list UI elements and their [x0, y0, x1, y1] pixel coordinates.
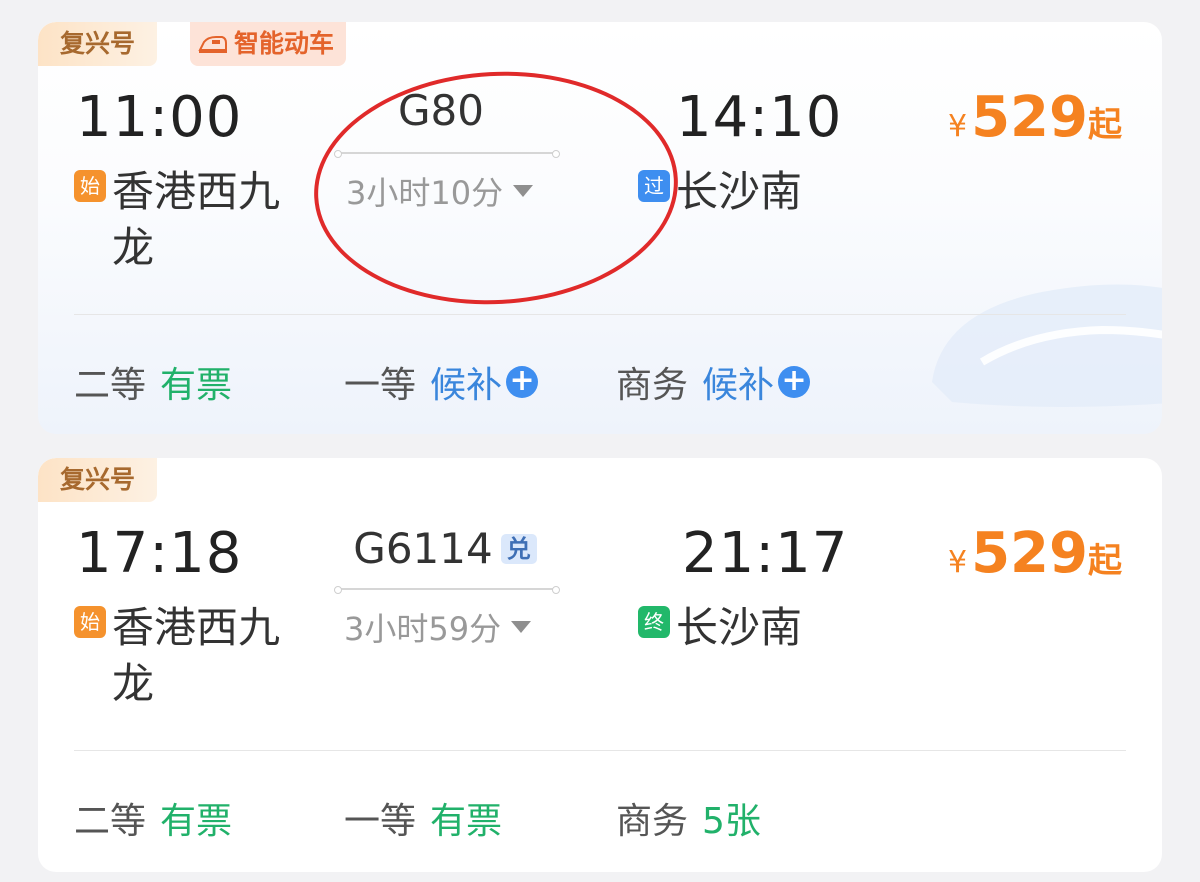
- seat-status: 候补: [430, 365, 503, 406]
- depart-station-name: 香港西九龙: [112, 603, 281, 708]
- arrive-station-name: 长沙南: [676, 603, 803, 652]
- seat-status: 候补: [702, 365, 775, 406]
- plus-circle-icon[interactable]: +: [778, 366, 811, 398]
- fuxing-tag: 复兴号: [38, 458, 158, 502]
- seat-class-label: 商务: [616, 365, 689, 406]
- train-number[interactable]: G6114 兑: [334, 528, 556, 570]
- seat-status: 有票: [160, 365, 233, 406]
- depart-time: 17:18: [76, 521, 243, 586]
- train-number-text: G6114: [353, 524, 493, 573]
- seat-second-class[interactable]: 二等 有票: [74, 792, 232, 844]
- caret-down-icon: [511, 621, 532, 633]
- seat-class-label: 二等: [74, 365, 147, 406]
- end-badge: 终: [638, 606, 670, 638]
- price-suffix: 起: [1088, 105, 1122, 145]
- fuxing-tag: 复兴号: [38, 22, 158, 66]
- smart-train-tag: 智能动车: [190, 22, 347, 66]
- train-watermark-icon: [932, 284, 1162, 407]
- seat-class-label: 一等: [344, 801, 417, 842]
- train-card-g80[interactable]: 复兴号 智能动车 11:00 始 香港西九龙 G80 3小时10分 14:10 …: [38, 22, 1162, 434]
- seat-class-label: 商务: [616, 801, 689, 842]
- seat-first-class[interactable]: 一等 候补 +: [344, 356, 539, 408]
- duration-toggle[interactable]: 3小时59分: [344, 604, 532, 650]
- depart-station-name: 香港西九龙: [112, 167, 281, 272]
- duration-line: [334, 586, 560, 594]
- card-divider: [74, 314, 1126, 315]
- seat-status: 有票: [160, 801, 233, 842]
- seat-class-label: 二等: [74, 801, 147, 842]
- start-badge: 始: [74, 170, 106, 202]
- price: ¥ 529 起: [948, 90, 1122, 146]
- seat-status: 5张: [702, 801, 761, 842]
- card-divider: [74, 750, 1126, 751]
- currency-symbol: ¥: [948, 109, 968, 144]
- price-amount: 529: [971, 85, 1088, 150]
- arrive-station: 终 长沙南: [638, 600, 866, 656]
- currency-symbol: ¥: [948, 545, 968, 580]
- train-icon: [198, 36, 227, 53]
- arrive-time: 21:17: [682, 521, 849, 586]
- arrive-station-name: 长沙南: [676, 167, 803, 216]
- duration-text: 3小时59分: [344, 610, 502, 648]
- smart-tag-label: 智能动车: [234, 29, 335, 58]
- redeem-badge: 兑: [500, 534, 537, 564]
- seat-status: 有票: [430, 801, 503, 842]
- start-badge: 始: [74, 606, 106, 638]
- seat-second-class[interactable]: 二等 有票: [74, 356, 232, 408]
- seat-first-class[interactable]: 一等 有票: [344, 792, 502, 844]
- price-suffix: 起: [1088, 541, 1122, 581]
- depart-station: 始 香港西九龙: [74, 600, 302, 712]
- price: ¥ 529 起: [948, 526, 1122, 582]
- plus-circle-icon[interactable]: +: [506, 366, 539, 398]
- price-amount: 529: [971, 521, 1088, 586]
- arrive-time: 14:10: [676, 85, 843, 150]
- seat-class-label: 一等: [344, 365, 417, 406]
- seat-business-class[interactable]: 商务 候补 +: [616, 356, 811, 408]
- depart-station: 始 香港西九龙: [74, 164, 302, 276]
- seat-business-class[interactable]: 商务 5张: [616, 792, 761, 844]
- depart-time: 11:00: [76, 85, 243, 150]
- train-card-g6114[interactable]: 复兴号 17:18 始 香港西九龙 G6114 兑 3小时59分 21:17 终…: [38, 458, 1162, 872]
